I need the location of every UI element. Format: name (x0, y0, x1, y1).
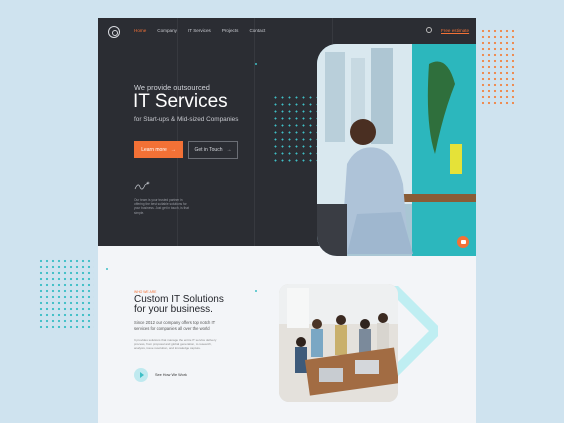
accent-dot (255, 63, 257, 65)
decorative-dots-orange (480, 28, 514, 108)
grid-line (254, 18, 255, 246)
play-icon (139, 372, 144, 378)
learn-more-label: Learn more (141, 146, 167, 153)
accent-dot (255, 290, 257, 292)
hero-title: IT Services (133, 91, 228, 112)
accent-dot (106, 268, 108, 270)
team-photo (279, 284, 398, 402)
hero-tagline: Our team is your trusted partner in offe… (134, 198, 189, 215)
search-icon[interactable] (426, 27, 432, 33)
section-paragraph: Since 2012 our company offers top notch … (134, 320, 216, 331)
section-paragraph-small: It provides solutions that manage the en… (134, 338, 217, 351)
chat-icon (460, 240, 466, 244)
see-how-link[interactable]: See How We Work (155, 373, 187, 377)
section-heading: Custom IT Solutions for your business. (134, 295, 224, 315)
chat-button[interactable] (457, 236, 469, 248)
get-in-touch-label: Get in Touch (194, 147, 223, 153)
arrow-right-icon: → (226, 147, 232, 153)
play-button[interactable] (134, 368, 148, 382)
learn-more-button[interactable]: Learn more → (134, 141, 183, 158)
section-heading-line-2: for your business. (134, 304, 213, 315)
decorative-dots-hero (272, 94, 317, 166)
nav-item-it-services[interactable]: IT Services (188, 28, 211, 33)
nav-item-home[interactable]: Home (134, 28, 146, 33)
squiggle-icon (134, 181, 150, 190)
arrow-right-icon: → (170, 146, 176, 153)
hero-photo (317, 44, 476, 256)
get-in-touch-button[interactable]: Get in Touch → (188, 141, 238, 159)
nav-item-projects[interactable]: Projects (222, 28, 239, 33)
nav-item-contact[interactable]: Contact (249, 28, 265, 33)
free-estimate-link[interactable]: Free estimate (441, 28, 469, 33)
main-nav: Home Company IT Services Projects Contac… (134, 28, 265, 33)
landing-page: Home Company IT Services Projects Contac… (98, 18, 476, 423)
decorative-dots-teal (38, 258, 94, 330)
logo-icon[interactable] (108, 26, 120, 38)
hero-subtitle: for Start-ups & Mid-sized Companies (134, 116, 239, 123)
nav-item-company[interactable]: Company (157, 28, 177, 33)
